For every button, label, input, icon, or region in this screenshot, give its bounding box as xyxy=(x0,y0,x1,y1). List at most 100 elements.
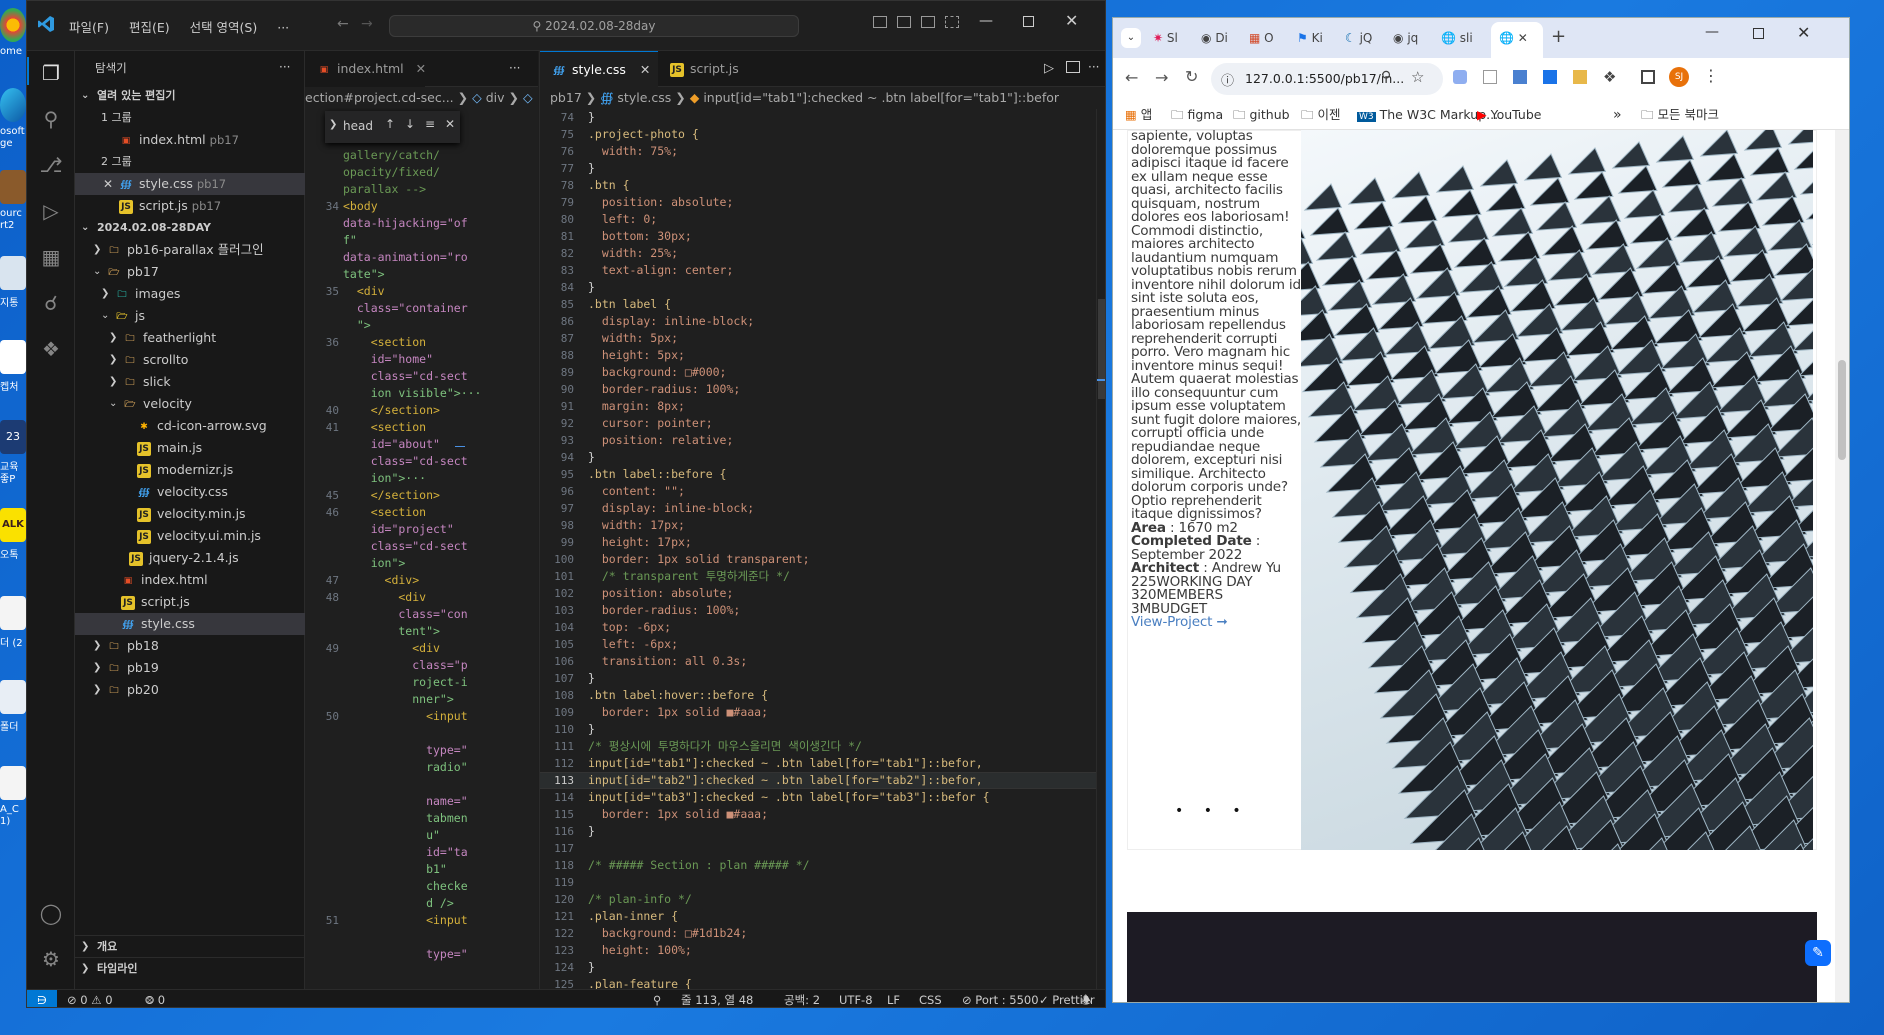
back-arrow-icon[interactable]: ← xyxy=(337,16,349,32)
live-server-port[interactable]: ⊘ Port : 5500 xyxy=(962,990,1039,1007)
edge-desktop-icon[interactable] xyxy=(0,88,26,122)
extensions-icon[interactable]: ▦ xyxy=(37,243,65,271)
close-icon[interactable]: ✕ xyxy=(1518,31,1528,45)
source-control-icon[interactable]: ⎇ xyxy=(37,151,65,179)
tree-item[interactable]: JS jquery-2.1.4.js xyxy=(75,547,305,569)
extension-icon[interactable] xyxy=(1543,70,1557,84)
menu-edit[interactable]: 편집(E) xyxy=(129,20,170,35)
tree-item[interactable]: JS velocity.min.js xyxy=(75,503,305,525)
notifications-bell-icon[interactable]: 🕭 xyxy=(1081,990,1091,1007)
resource-desktop-icon[interactable] xyxy=(0,170,26,204)
bookmark-folder[interactable]: 🗀 figma xyxy=(1171,100,1223,130)
scrollbar[interactable] xyxy=(1096,109,1105,989)
end-of-line[interactable]: LF xyxy=(887,990,900,1007)
browser-tab[interactable]: ⚑ Ki xyxy=(1297,26,1341,50)
tree-item[interactable]: ❯ 🗀 scrollto xyxy=(75,349,305,371)
browser-tab[interactable]: ◉ jq xyxy=(1393,26,1437,50)
workspace-header[interactable]: ⌄ 2024.02.08-28DAY xyxy=(75,217,305,239)
tree-item[interactable]: ⌄ 🗁 pb17 xyxy=(75,261,305,283)
run-debug-icon[interactable]: ▷ xyxy=(37,197,65,225)
maximize-icon[interactable] xyxy=(1753,28,1764,39)
breadcrumb-item[interactable]: div xyxy=(486,90,505,105)
browser-tab[interactable]: ☾ jQ xyxy=(1345,26,1389,50)
more-actions-icon[interactable]: ··· xyxy=(279,60,290,74)
slider-dots[interactable]: • • • xyxy=(1175,803,1249,819)
search-icon[interactable]: ⚲ xyxy=(37,105,65,133)
find-in-selection-icon[interactable]: ≡ xyxy=(425,117,435,131)
arrow-down-icon[interactable]: ↓ xyxy=(405,117,415,131)
browser-tab[interactable]: 🌐 sli xyxy=(1441,26,1487,50)
breadcrumb-item[interactable]: ection#project.cd-sec... xyxy=(305,90,454,105)
arrow-up-icon[interactable]: ↑ xyxy=(385,117,395,131)
zoom-icon[interactable]: ⚲ xyxy=(1381,69,1391,85)
encoding[interactable]: UTF-8 xyxy=(839,990,873,1007)
open-editor-index-html[interactable]: ▣ index.html pb17 xyxy=(75,129,305,151)
tree-item[interactable]: JS script.js xyxy=(75,591,305,613)
browser-tab[interactable]: ✷ Sl xyxy=(1153,26,1197,50)
tree-item[interactable]: ⌄ 🗁 velocity xyxy=(75,393,305,415)
edit-pen-icon[interactable]: ✎ xyxy=(1805,940,1831,966)
forward-arrow-icon[interactable]: → xyxy=(361,16,373,32)
bookmark-youtube[interactable]: ▶ YouTube xyxy=(1477,100,1541,130)
chrome-desktop-icon[interactable] xyxy=(0,8,26,42)
omnibox[interactable]: ⓘ 127.0.0.1:5500/pb17/in... ⚲ ☆ xyxy=(1211,63,1443,95)
tab-style-css[interactable]: ∰ style.css ✕ xyxy=(540,51,658,87)
open-editor-script-js[interactable]: JS script.js pb17 xyxy=(75,195,305,217)
close-icon[interactable]: ✕ xyxy=(416,61,426,76)
new-tab-plus-icon[interactable]: + xyxy=(1551,26,1566,47)
extension-icon[interactable] xyxy=(1513,70,1527,84)
scrollbar-thumb[interactable] xyxy=(1098,299,1105,399)
scrollbar-thumb[interactable] xyxy=(1838,360,1846,460)
tab-index-html[interactable]: ▣ index.html ✕ xyxy=(305,51,426,87)
chevron-right-icon[interactable]: ❯ xyxy=(329,119,337,130)
browser-tab[interactable]: ▦ O xyxy=(1249,26,1293,50)
close-icon[interactable]: ✕ xyxy=(445,117,455,131)
side-panel-icon[interactable] xyxy=(1641,70,1655,84)
account-icon[interactable]: ◯ xyxy=(37,899,65,927)
breadcrumb-item[interactable]: input[id="tab1"]:checked ~ .btn label[fo… xyxy=(703,90,1059,105)
run-icon[interactable]: ▷ xyxy=(1044,61,1054,76)
folder-desktop-icon[interactable] xyxy=(0,680,26,714)
profile-avatar[interactable]: SJ xyxy=(1669,67,1689,87)
close-icon[interactable]: ✕ xyxy=(1065,11,1078,30)
tree-item[interactable]: ❯ 🗀 pb20 xyxy=(75,679,305,701)
bookmark-folder[interactable]: 🗀 이젠 xyxy=(1301,100,1341,130)
menu-selection[interactable]: 선택 영역(S) xyxy=(190,20,258,35)
tree-item[interactable]: ❯ 🗀 images xyxy=(75,283,305,305)
recycle-bin-icon[interactable] xyxy=(0,256,26,290)
tree-item[interactable]: ✱ cd-icon-arrow.svg xyxy=(75,415,305,437)
browser-tab[interactable]: ◉ Di xyxy=(1201,26,1245,50)
cursor-position[interactable]: 줄 113, 열 48 xyxy=(681,990,753,1007)
site-info-icon[interactable]: ⓘ xyxy=(1221,70,1234,89)
language-mode[interactable]: CSS xyxy=(919,990,942,1007)
git-graph-icon[interactable]: ☌ xyxy=(37,289,65,317)
breadcrumb-item[interactable]: pb17 xyxy=(550,90,582,105)
tree-item[interactable]: ∰ velocity.css xyxy=(75,481,305,503)
tree-item[interactable]: JS modernizr.js xyxy=(75,459,305,481)
open-editors-header[interactable]: ⌄ 열려 있는 편집기 xyxy=(75,85,305,107)
tree-item-selected[interactable]: ∰ style.css xyxy=(75,613,305,635)
remote-explorer-icon[interactable]: ❖ xyxy=(37,335,65,363)
menu-file[interactable]: 파일(F) xyxy=(69,20,109,35)
customize-layout-icon[interactable] xyxy=(945,16,959,28)
close-icon[interactable]: ✕ xyxy=(1797,23,1810,42)
toggle-panel-icon[interactable] xyxy=(897,16,911,28)
breadcrumb-item[interactable]: style.css xyxy=(617,90,671,105)
page-scrollbar[interactable] xyxy=(1835,130,1849,1002)
kakaotalk-icon[interactable]: ALK xyxy=(0,508,26,542)
tree-item[interactable]: ❯ 🗀 pb18 xyxy=(75,635,305,657)
view-project-link[interactable]: View-Project ➞ xyxy=(1131,615,1301,630)
close-icon[interactable]: ✕ xyxy=(103,173,113,195)
timeline-header[interactable]: ❯ 타임라인 xyxy=(75,957,305,979)
maximize-icon[interactable] xyxy=(1023,16,1034,27)
back-arrow-icon[interactable]: ← xyxy=(1125,68,1138,87)
more-actions-icon[interactable]: ··· xyxy=(509,61,520,75)
code-area[interactable]: 74} 75 .project-photo {76 width: 75%; 77} 78… xyxy=(540,109,1096,989)
ports-indicator[interactable]: ⨷ 0 xyxy=(145,990,165,1007)
file-desktop-icon[interactable] xyxy=(0,596,26,630)
tree-item[interactable]: JS main.js xyxy=(75,437,305,459)
close-icon[interactable]: ✕ xyxy=(640,62,650,77)
extensions-puzzle-icon[interactable]: ❖ xyxy=(1603,68,1616,86)
tree-item[interactable]: ❯ 🗀 featherlight xyxy=(75,327,305,349)
indentation[interactable]: 공백: 2 xyxy=(784,990,820,1007)
